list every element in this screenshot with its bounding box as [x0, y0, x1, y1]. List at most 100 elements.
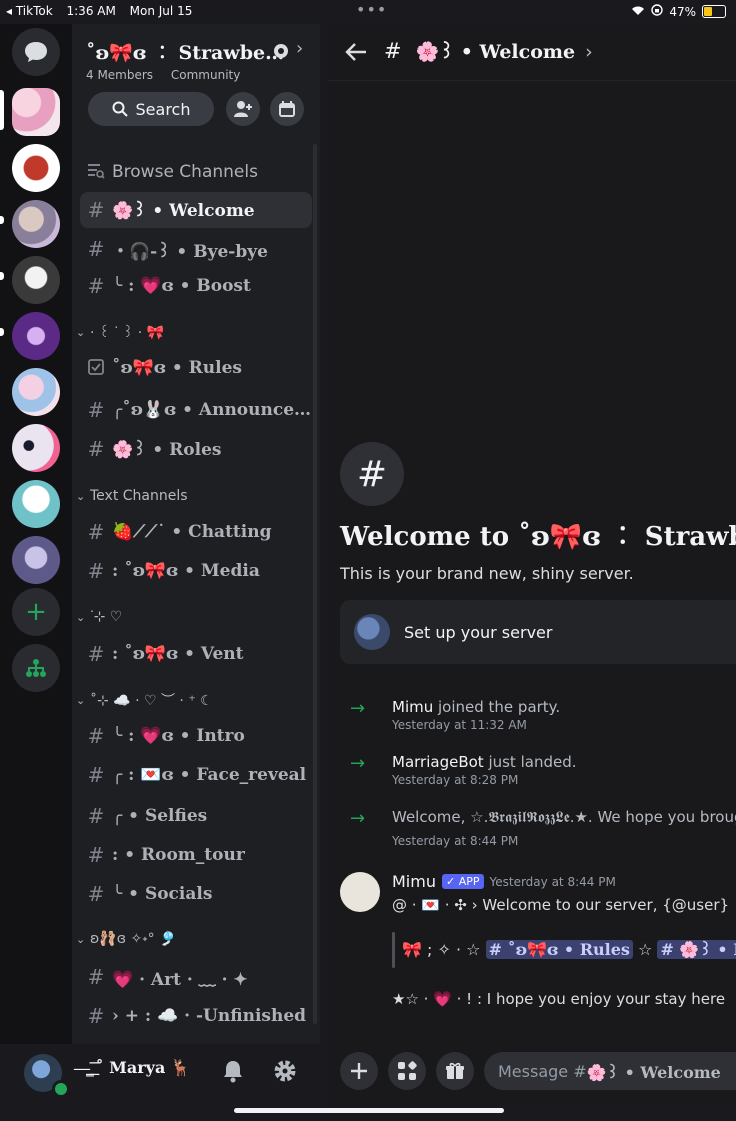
invite-button[interactable] [226, 92, 260, 126]
join-arrow-icon: → [350, 753, 366, 774]
channel-media[interactable]: # : ˚ʚ🎀ɞ • Media [80, 553, 312, 589]
apps-button[interactable] [388, 1052, 426, 1090]
status-bar: ◂ TikTok 1:36 AM Mon Jul 15 ••• 47% [0, 0, 736, 24]
setup-globe-icon [354, 614, 390, 650]
channel-boost[interactable]: # ╰ : 💗ɞ • Boost [80, 268, 312, 304]
welcome-title: Welcome to ˚ʚ🎀ɞ ︰ Strawberries [340, 522, 736, 552]
server-icon-strawberry[interactable] [12, 144, 60, 192]
channel-socials[interactable]: # ╰ • Socials [80, 876, 312, 912]
channel-name: › + : ☁️ · -Unfinished [112, 1006, 307, 1026]
hash-icon: # [87, 804, 105, 828]
channel-welcome[interactable]: # 🌸꒱ • Welcome [80, 192, 312, 228]
channel-bye-bye[interactable]: # ・🎧‑꒱ • Bye-bye [80, 231, 312, 267]
message-text: joined the party. [433, 698, 561, 716]
channel-face-reveal[interactable]: # ╭ : 💌ɞ • Face_reveal [80, 757, 312, 793]
message-timestamp: Yesterday at 11:32 AM [392, 718, 527, 732]
rules-icon [80, 356, 112, 380]
server-name[interactable]: ˚ʚ🎀ɞ ︰ Strawberries [86, 38, 286, 65]
placeholder-prefix: Message # [498, 1061, 587, 1081]
channel-name: 💗 · Art · ﹏ · ✦ [112, 969, 248, 990]
channel-name: ˚ʚ🎀ɞ • Rules [112, 358, 242, 378]
avatar[interactable] [340, 872, 380, 912]
app-badge: ✓ APP [441, 874, 484, 889]
category-header[interactable]: ⌄ · ꒰ ᐝ ꒱ · 🎀 [76, 320, 308, 344]
setup-server-card[interactable]: Set up your server [340, 600, 736, 664]
server-icon-art[interactable] [12, 536, 60, 584]
multitask-dots-icon[interactable]: ••• [356, 0, 387, 19]
attach-button[interactable] [340, 1052, 378, 1090]
channel-announcements[interactable]: # ╭˚ʚ🐰ɞ • Announcements [80, 392, 312, 428]
channel-room-tour[interactable]: # : • Room_tour [80, 837, 312, 873]
channel-chatting[interactable]: # 🍓⟋⟋˙ • Chatting [80, 514, 312, 550]
category-header[interactable]: ⌄ ʚ🩰ɞ ✧˖° 🎐 [76, 927, 308, 951]
channel-roles[interactable]: # 🌸꒱ • Roles [80, 431, 312, 467]
channel-selfies[interactable]: # ╭ • Selfies [80, 798, 312, 834]
server-icon-purple[interactable] [12, 312, 60, 360]
hash-icon: # [87, 237, 105, 261]
hash-icon: # [87, 843, 105, 867]
channel-unfinished[interactable]: # › + : ☁️ · -Unfinished [80, 998, 312, 1034]
bell-icon[interactable] [220, 1058, 246, 1084]
message-author[interactable]: MarriageBot [392, 753, 484, 771]
channel-intro[interactable]: # ╰ : 💗ɞ • Intro [80, 718, 312, 754]
hash-icon: # [384, 39, 402, 63]
placeholder-channel: 🌸꒱ • Welcome [586, 1062, 721, 1082]
online-status-icon [52, 1080, 70, 1098]
channel-name: : ˚ʚ🎀ɞ • Vent [112, 644, 244, 664]
chevron-down-icon: ⌄ [76, 325, 86, 339]
back-arrow-icon[interactable] [342, 38, 370, 66]
message-text: Welcome, ☆.𝕭𝖗𝖆𝖟𝖎𝖑𝕽𝖔𝖟𝖟𝕷𝖊.★. We hope you b… [392, 808, 736, 826]
sidebar-scrollbar[interactable] [313, 144, 317, 1024]
server-meta: 4 Members Community [86, 68, 254, 82]
channel-mention-roles[interactable]: # 🌸꒱ • Roles [657, 940, 736, 959]
server-icon-group[interactable] [12, 200, 60, 248]
channel-mention-rules[interactable]: # ˚ʚ🎀ɞ • Rules [485, 940, 633, 959]
message-input[interactable]: Message # 🌸꒱ • Welcome [484, 1052, 736, 1090]
category-label: ˚⊹ ☁️ · ♡ ︶ · ⁺ ☾ [90, 693, 213, 709]
username[interactable]: —̳͟͞͞ ˚ Marya 🦌 [74, 1058, 191, 1078]
server-icon-mono[interactable] [12, 256, 60, 304]
search-icon [112, 101, 128, 117]
channel-title[interactable]: # 🌸꒱ • Welcome › [384, 38, 593, 63]
discover-button[interactable] [12, 644, 60, 692]
channel-name: 🌸꒱ • Welcome [112, 201, 255, 221]
server-icon-strawberries[interactable] [12, 88, 60, 136]
channel-vent[interactable]: # : ˚ʚ🎀ɞ • Vent [80, 636, 312, 672]
battery-percent: 47% [669, 4, 696, 19]
channel-hash-badge: # [340, 442, 404, 506]
hash-icon: # [87, 642, 105, 666]
direct-messages-button[interactable] [12, 28, 60, 76]
server-type: Community [170, 68, 241, 82]
message-composer: Message # 🌸꒱ • Welcome [328, 1048, 736, 1106]
events-button[interactable] [270, 92, 304, 126]
plus-icon [351, 1063, 367, 1079]
server-icon-face[interactable] [12, 480, 60, 528]
add-server-button[interactable]: + [12, 588, 60, 636]
category-header[interactable]: ⌄ Text Channels [76, 484, 308, 508]
gift-button[interactable] [436, 1052, 474, 1090]
browse-channels[interactable]: Browse Channels [80, 154, 312, 190]
chat-panel: # 🌸꒱ • Welcome › # Welcome to ˚ʚ🎀ɞ ︰ Str… [328, 24, 736, 1106]
channel-name: ╰ : 💗ɞ • Intro [112, 726, 245, 746]
server-icon-eye[interactable] [12, 424, 60, 472]
quote-prefix: 🎀 ; ✧ · ☆ [402, 940, 481, 959]
server-icon-anime[interactable] [12, 368, 60, 416]
message-timestamp: Yesterday at 8:28 PM [392, 773, 519, 787]
channel-rules[interactable]: ˚ʚ🎀ɞ • Rules [80, 350, 312, 386]
message-author[interactable]: Mimu [392, 698, 433, 716]
category-header[interactable]: ⌄ ᐝ⊹ ♡ [76, 605, 308, 629]
category-header[interactable]: ⌄ ˚⊹ ☁️ · ♡ ︶ · ⁺ ☾ [76, 688, 308, 712]
status-time: 1:36 AM [66, 4, 116, 18]
channel-art[interactable]: # 💗 · Art · ﹏ · ✦ [80, 959, 312, 995]
chevron-right-icon[interactable]: › [296, 38, 303, 59]
message-author[interactable]: Mimu [392, 872, 436, 891]
search-button[interactable]: Search [88, 92, 214, 126]
home-indicator[interactable] [234, 1108, 504, 1113]
unread-indicator [0, 328, 4, 336]
channel-name: : ˚ʚ🎀ɞ • Media [112, 561, 260, 581]
back-to-app[interactable]: ◂ TikTok [6, 4, 53, 18]
gear-icon[interactable] [272, 1058, 298, 1084]
chat-bubble-icon [25, 42, 47, 62]
quote-text: 🎀 ; ✧ · ☆ # ˚ʚ🎀ɞ • Rules ☆ # 🌸꒱ • Roles [402, 938, 736, 959]
hash-icon: # [87, 198, 105, 222]
